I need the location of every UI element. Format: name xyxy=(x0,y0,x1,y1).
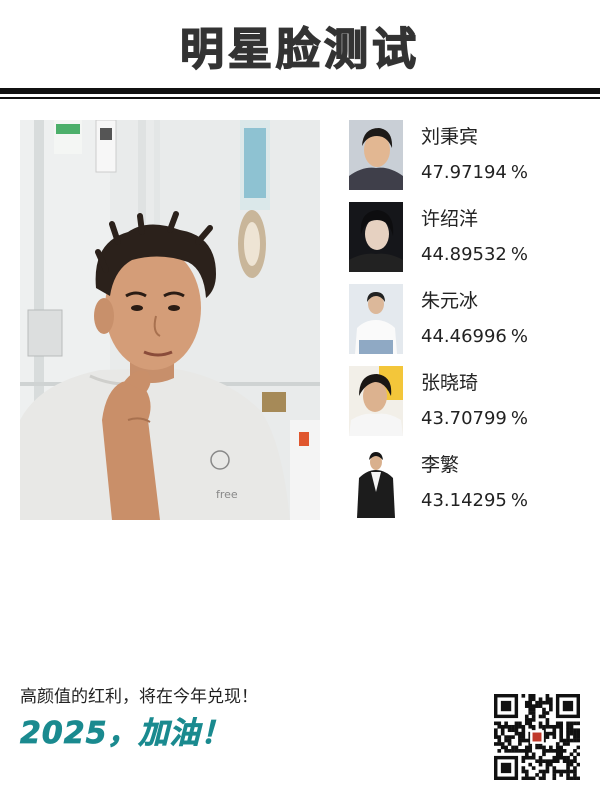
score-unit: % xyxy=(510,490,528,511)
celebrity-photo xyxy=(349,202,403,272)
qr-code-icon[interactable] xyxy=(494,694,581,781)
score-value: 44.89532 xyxy=(421,244,507,265)
celebrity-name: 刘秉宾 xyxy=(421,126,479,148)
slogan-text: 高颜值的红利，将在今年兑现！ xyxy=(20,687,258,707)
similarity-score: 43.70799% xyxy=(421,408,528,429)
score-value: 47.97194 xyxy=(421,162,507,183)
similarity-score: 43.14295% xyxy=(421,490,528,511)
celebrity-name: 朱元冰 xyxy=(421,290,479,312)
score-unit: % xyxy=(510,408,528,429)
qr-code-graphic xyxy=(494,694,581,781)
result-item[interactable]: 刘秉宾 47.97194% xyxy=(349,120,589,202)
score-unit: % xyxy=(510,326,528,347)
celebrity-portrait-icon xyxy=(349,448,403,518)
page-title: 明星脸测试 xyxy=(179,23,420,76)
celebrity-photo xyxy=(349,284,403,354)
score-value: 44.46996 xyxy=(421,326,507,347)
result-item[interactable]: 朱元冰 44.46996% xyxy=(349,284,589,366)
celebrity-portrait-icon xyxy=(349,366,403,436)
score-value: 43.70799 xyxy=(421,408,507,429)
similarity-score: 44.46996% xyxy=(421,326,528,347)
celebrity-name: 李繁 xyxy=(421,454,460,476)
header-divider-thick xyxy=(0,88,600,94)
celebrity-portrait-icon xyxy=(349,284,403,354)
celebrity-photo xyxy=(349,366,403,436)
celebrity-name: 许绍洋 xyxy=(421,208,479,230)
svg-text:free: free xyxy=(216,488,238,501)
similarity-score: 44.89532% xyxy=(421,244,528,265)
cheer-text: 2025，加油！ xyxy=(20,716,232,752)
celebrity-photo xyxy=(349,120,403,190)
result-item[interactable]: 许绍洋 44.89532% xyxy=(349,202,589,284)
user-photo: free xyxy=(20,120,320,520)
score-value: 43.14295 xyxy=(421,490,507,511)
celebrity-portrait-icon xyxy=(349,120,403,190)
similarity-score: 47.97194% xyxy=(421,162,528,183)
score-unit: % xyxy=(510,244,528,265)
header-divider-thin xyxy=(0,97,600,99)
celebrity-name: 张晓琦 xyxy=(421,372,479,394)
result-item[interactable]: 张晓琦 43.70799% xyxy=(349,366,589,448)
celebrity-portrait-icon xyxy=(349,202,403,272)
match-results-list: 刘秉宾 47.97194% 许绍洋 44.89532% 朱元冰 44.46996… xyxy=(349,120,589,530)
result-item[interactable]: 李繁 43.14295% xyxy=(349,448,589,530)
score-unit: % xyxy=(510,162,528,183)
celebrity-photo xyxy=(349,448,403,518)
user-portrait-photo-icon: free xyxy=(20,120,320,520)
